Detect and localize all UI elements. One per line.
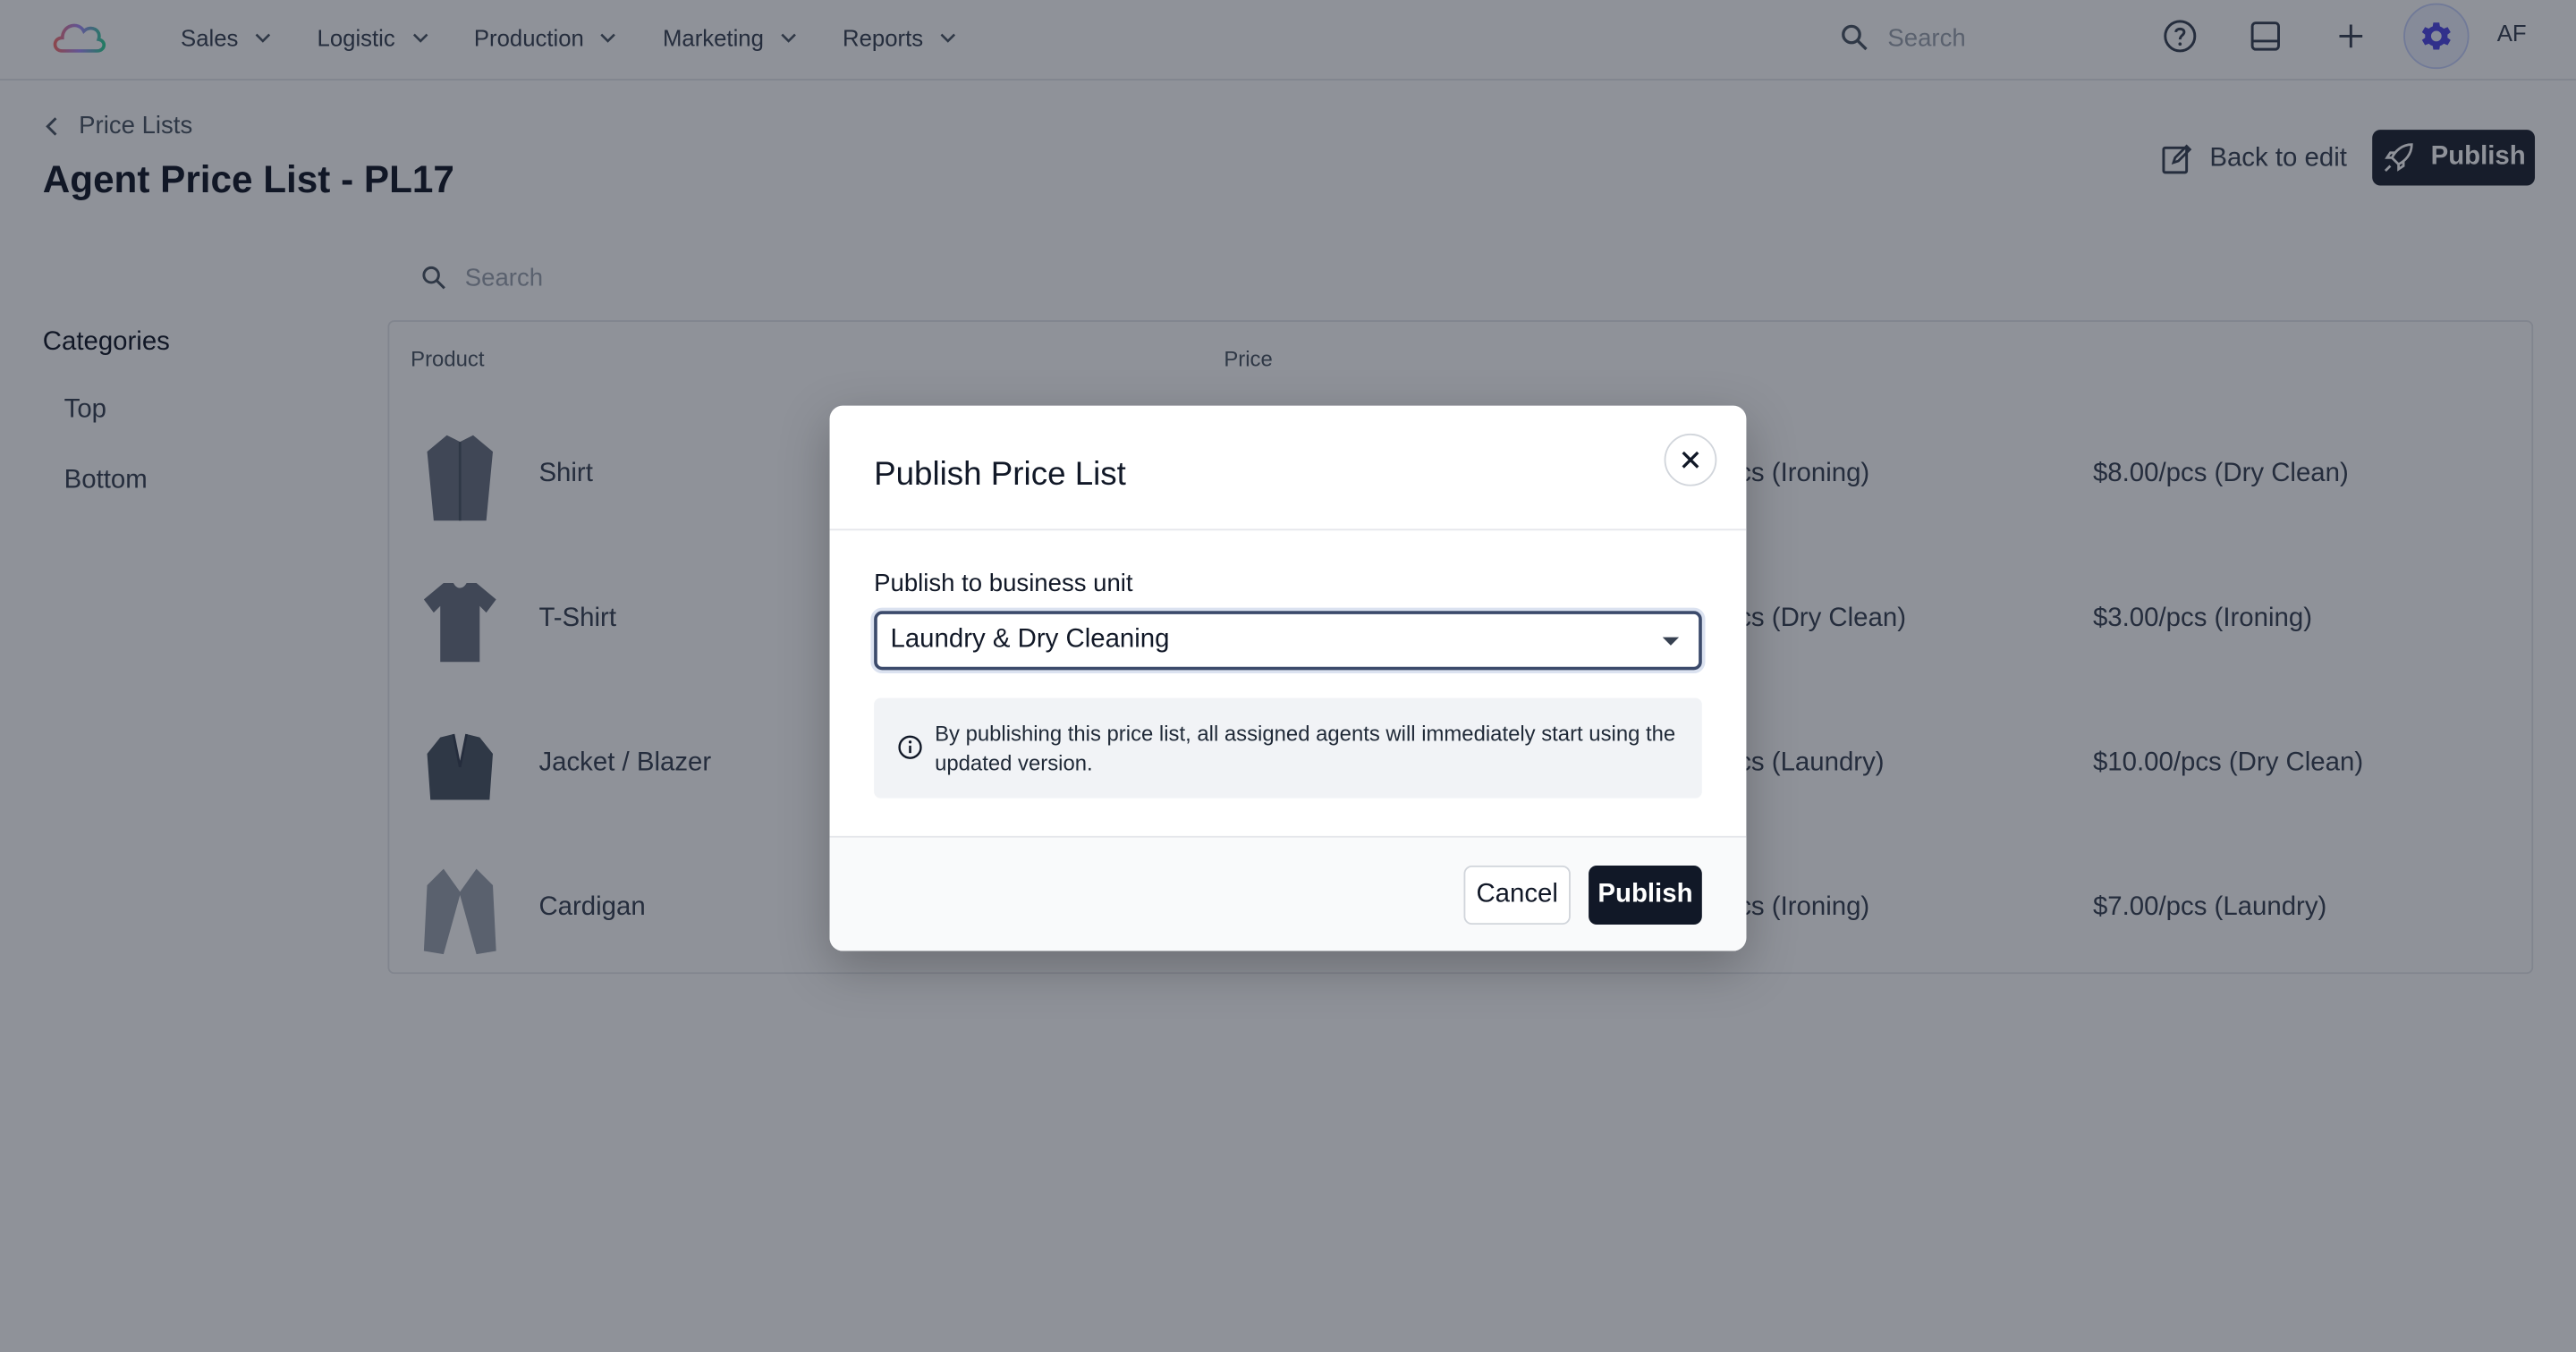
close-icon <box>1682 451 1699 469</box>
divider <box>829 528 1747 531</box>
close-button[interactable] <box>1664 433 1717 486</box>
info-alert: By publishing this price list, all assig… <box>874 697 1702 799</box>
dialog-title: Publish Price List <box>874 456 1126 494</box>
business-unit-select[interactable]: Laundry & Dry Cleaning <box>874 611 1702 671</box>
cancel-button[interactable]: Cancel <box>1463 865 1571 925</box>
dialog-footer: Cancel Publish <box>829 835 1747 951</box>
info-icon <box>898 735 922 759</box>
confirm-publish-button[interactable]: Publish <box>1589 865 1702 925</box>
caret-down-icon <box>1662 637 1680 646</box>
info-text: By publishing this price list, all assig… <box>935 721 1676 775</box>
publish-price-list-dialog: Publish Price List Publish to business u… <box>829 405 1747 951</box>
business-unit-value: Laundry & Dry Cleaning <box>890 625 1170 655</box>
modal-layer: Publish Price List Publish to business u… <box>0 0 2576 1352</box>
business-unit-label: Publish to business unit <box>874 570 1133 598</box>
